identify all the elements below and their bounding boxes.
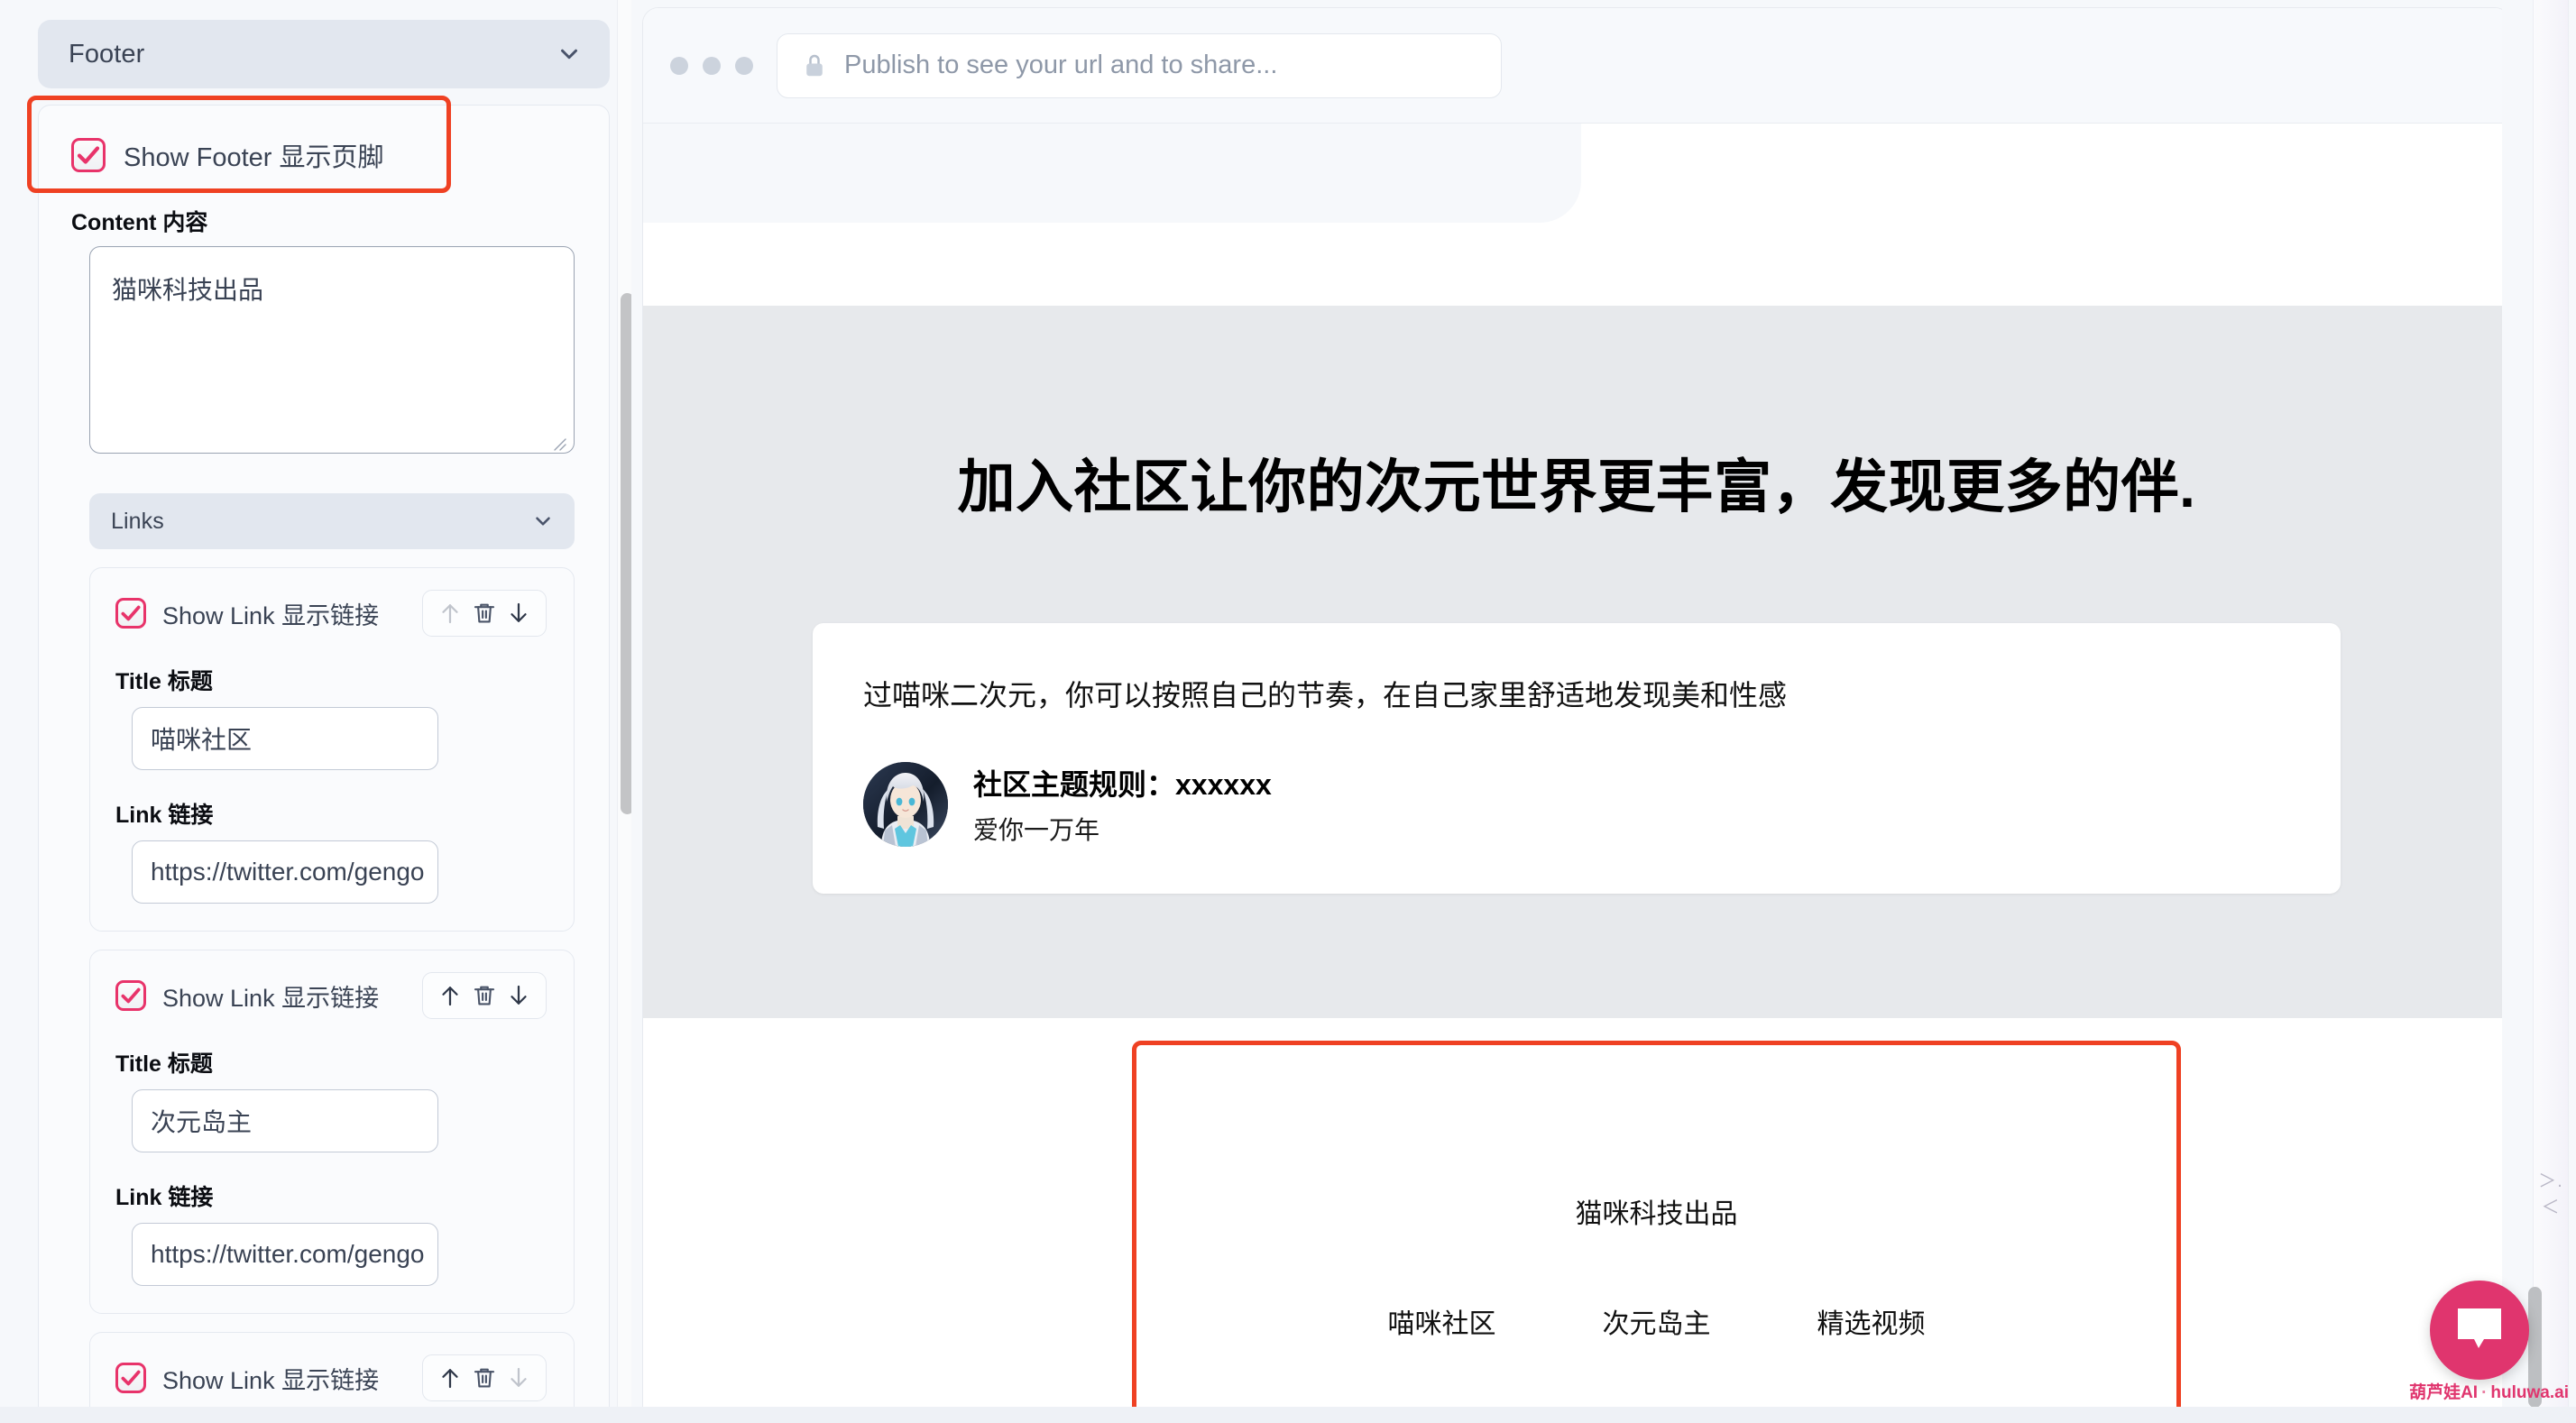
move-down-button-2[interactable] xyxy=(504,981,533,1010)
anime-avatar xyxy=(863,762,948,847)
browser-frame: Publish to see your url and to share... … xyxy=(642,7,2511,1423)
link-item-1-header: Show Link 显示链接 xyxy=(90,590,574,637)
link-actions-1 xyxy=(422,590,547,637)
show-footer-row[interactable]: Show Footer 显示页脚 xyxy=(39,106,609,205)
window-controls xyxy=(663,56,753,75)
window-maximize-dot[interactable] xyxy=(735,56,753,75)
show-link-label-2: Show Link 显示链接 xyxy=(162,984,380,1012)
site-footer: 猫咪科技出品 喵咪社区 次元岛主 精选视频 © 2023. All rights… xyxy=(643,1018,2510,1423)
watermark-dot: · xyxy=(2481,1383,2488,1402)
watermark: 葫芦娃AI · huluwa.ai xyxy=(2409,1379,2569,1403)
content-field-label: Content 内容 xyxy=(71,210,208,235)
footer-link-1[interactable]: 喵咪社区 xyxy=(1388,1301,1496,1341)
browser-toolbar: Publish to see your url and to share... xyxy=(643,8,2510,124)
page-headline: 加入社区让你的次元世界更丰富，发现更多的伴. xyxy=(957,454,2196,519)
link-item-1: Show Link 显示链接 Title 标题 喵咪社区 Link 链接 htt… xyxy=(89,567,575,932)
link-url-label-2: Link 链接 xyxy=(115,1185,214,1210)
preview-pane: Publish to see your url and to share... … xyxy=(631,0,2576,1423)
footer-highlight: 猫咪科技出品 喵咪社区 次元岛主 精选视频 © 2023. All rights… xyxy=(1132,1041,2181,1423)
link-title-label-1: Title 标题 xyxy=(115,669,213,694)
testimonial-author-block: 社区主题规则：xxxxxx 爱你一万年 xyxy=(973,762,1272,847)
link-item-2-header: Show Link 显示链接 xyxy=(90,972,574,1019)
link-actions-3 xyxy=(422,1354,547,1401)
move-up-button-3[interactable] xyxy=(436,1363,465,1392)
community-section: 加入社区让你的次元世界更丰富，发现更多的伴. 过喵咪二次元，你可以按照自己的节奏… xyxy=(643,306,2510,1018)
show-link-checkbox-3[interactable] xyxy=(115,1363,146,1393)
lock-icon xyxy=(803,52,826,79)
testimonial-card: 过喵咪二次元，你可以按照自己的节奏，在自己家里舒适地发现美和性感 社区主题规则：… xyxy=(813,623,2341,894)
link-url-label-1: Link 链接 xyxy=(115,803,214,828)
testimonial-author: 社区主题规则：xxxxxx 爱你一万年 xyxy=(863,762,2290,847)
chevron-down-icon[interactable] xyxy=(531,510,555,533)
link-url-input-2[interactable]: https://twitter.com/gengo xyxy=(132,1223,438,1286)
show-link-checkbox-2[interactable] xyxy=(115,980,146,1011)
show-link-row-2[interactable]: Show Link 显示链接 xyxy=(115,973,379,1019)
footer-links: 喵咪社区 次元岛主 精选视频 xyxy=(1136,1301,2176,1341)
move-up-button-2[interactable] xyxy=(436,981,465,1010)
content-textarea[interactable]: 猫咪科技出品 xyxy=(89,246,575,454)
show-footer-checkbox[interactable] xyxy=(71,138,106,172)
link-actions-2 xyxy=(422,972,547,1019)
links-section-header[interactable]: Links xyxy=(89,493,575,549)
link-title-label-2: Title 标题 xyxy=(115,1051,213,1077)
delete-link-button-3[interactable] xyxy=(470,1363,499,1392)
window-close-dot[interactable] xyxy=(670,56,688,75)
section-white-gap xyxy=(643,223,2510,306)
link-title-input-2[interactable]: 次元岛主 xyxy=(132,1089,438,1152)
delete-link-button-2[interactable] xyxy=(470,981,499,1010)
footer-section-header[interactable]: Footer xyxy=(38,20,610,88)
url-input[interactable]: Publish to see your url and to share... xyxy=(777,32,1502,98)
bottom-strip xyxy=(0,1407,2576,1423)
url-placeholder-text: Publish to see your url and to share... xyxy=(844,50,1278,79)
move-up-button-1[interactable] xyxy=(436,599,465,628)
app-root: Footer Show Footer 显示页脚 Content 内容 猫咪科技出… xyxy=(0,0,2576,1423)
show-link-row-3[interactable]: Show Link 显示链接 xyxy=(115,1355,379,1401)
show-link-checkbox-1[interactable] xyxy=(115,598,146,629)
section-partial-top xyxy=(643,124,1581,223)
settings-sidebar: Footer Show Footer 显示页脚 Content 内容 猫咪科技出… xyxy=(0,0,631,1423)
content-textarea-value: 猫咪科技出品 xyxy=(112,276,264,304)
delete-link-button-1[interactable] xyxy=(470,599,499,628)
footer-section-title: Footer xyxy=(69,39,145,69)
show-link-label-3: Show Link 显示链接 xyxy=(162,1366,380,1394)
watermark-left-text: 葫芦娃AI xyxy=(2409,1383,2479,1402)
show-link-row-1[interactable]: Show Link 显示链接 xyxy=(115,591,379,637)
link-item-2: Show Link 显示链接 Title 标题 次元岛主 Link 链接 htt… xyxy=(89,950,575,1314)
footer-link-3[interactable]: 精选视频 xyxy=(1817,1301,1926,1341)
footer-settings-card: Show Footer 显示页脚 Content 内容 猫咪科技出品 Links xyxy=(38,105,610,1423)
sidebar-scrollbar-thumb[interactable] xyxy=(621,293,631,814)
link-url-input-1[interactable]: https://twitter.com/gengo xyxy=(132,840,438,904)
chat-fab-button[interactable] xyxy=(2430,1281,2529,1380)
links-section-title: Links xyxy=(111,508,164,534)
testimonial-author-name: 社区主题规则：xxxxxx xyxy=(973,768,1272,801)
link-item-3-header: Show Link 显示链接 xyxy=(90,1354,574,1401)
chevron-down-icon[interactable] xyxy=(556,41,583,68)
show-link-label-1: Show Link 显示链接 xyxy=(162,601,380,629)
window-minimize-dot[interactable] xyxy=(703,56,721,75)
chat-bubble-icon xyxy=(2454,1305,2505,1356)
rail-face-icon: ＞.＜ xyxy=(2538,1171,2563,1217)
footer-brand-text: 猫咪科技出品 xyxy=(1575,1199,1738,1229)
rendered-page: 加入社区让你的次元世界更丰富，发现更多的伴. 过喵咪二次元，你可以按照自己的节奏… xyxy=(643,124,2510,1423)
show-footer-label: Show Footer 显示页脚 xyxy=(124,143,384,172)
watermark-right-text: huluwa.ai xyxy=(2490,1383,2569,1402)
right-rail: ＞.＜ xyxy=(2502,0,2576,1423)
resize-grip-icon[interactable] xyxy=(549,429,567,451)
link-title-input-1[interactable]: 喵咪社区 xyxy=(132,707,438,770)
footer-link-2[interactable]: 次元岛主 xyxy=(1603,1301,1711,1341)
move-down-button-3[interactable] xyxy=(504,1363,533,1392)
testimonial-author-sub: 爱你一万年 xyxy=(973,816,1100,844)
move-down-button-1[interactable] xyxy=(504,599,533,628)
testimonial-text: 过喵咪二次元，你可以按照自己的节奏，在自己家里舒适地发现美和性感 xyxy=(863,679,1788,712)
